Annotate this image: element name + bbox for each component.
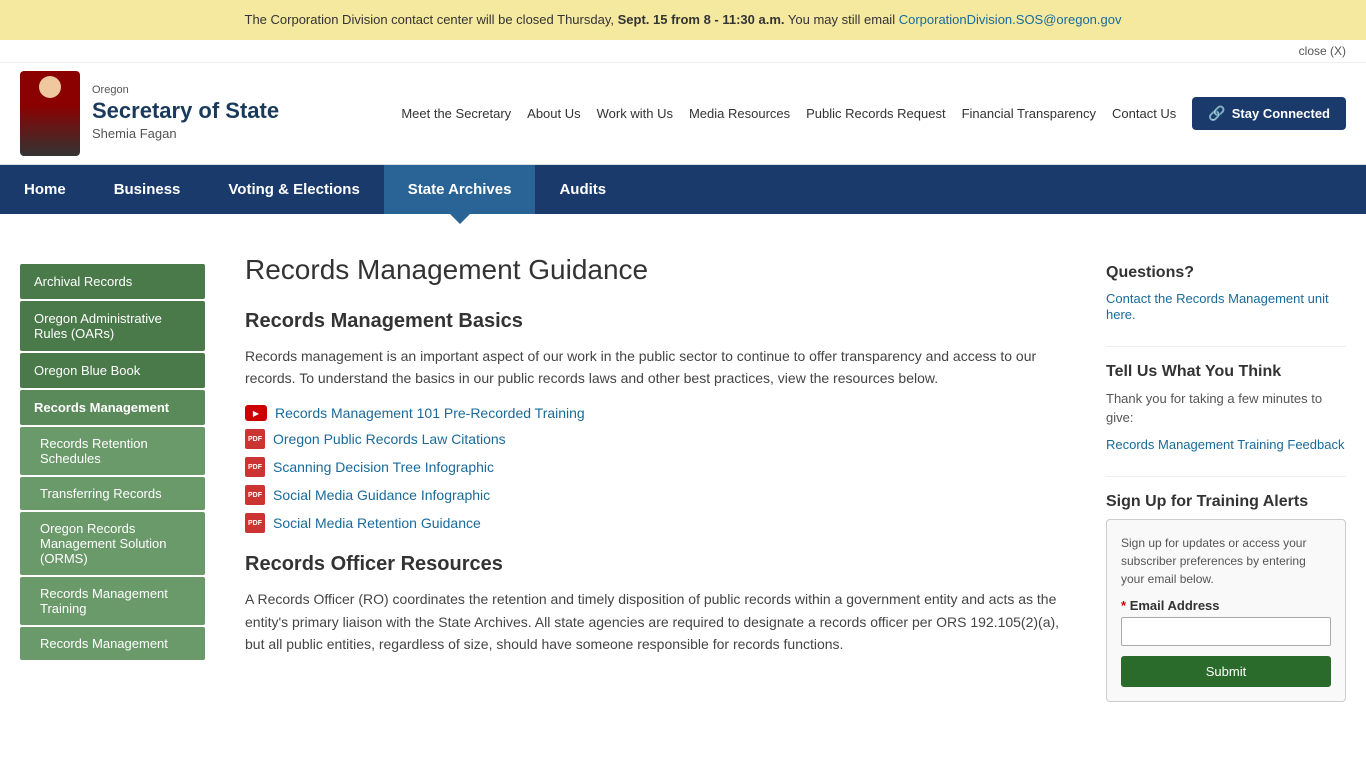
alert-bold-text: Sept. 15 from 8 - 11:30 a.m. [618, 12, 785, 27]
pdf-icon-scanning: PDF [245, 457, 265, 477]
divider1 [1106, 346, 1346, 347]
section2-body: A Records Officer (RO) coordinates the r… [245, 588, 1066, 655]
nav-audits[interactable]: Audits [535, 165, 630, 214]
questions-link[interactable]: Contact the Records Management unit here… [1106, 291, 1329, 322]
signup-body: Sign up for updates or access your subsc… [1121, 534, 1331, 588]
sos-label: Secretary of State [92, 97, 279, 126]
nav-business[interactable]: Business [90, 165, 205, 214]
close-bar: close (X) [0, 40, 1366, 63]
youtube-icon [245, 405, 267, 421]
list-item: PDF Scanning Decision Tree Infographic [245, 457, 1066, 477]
main-nav: Home Business Voting & Elections State A… [0, 165, 1366, 214]
signup-box: Sign up for updates or access your subsc… [1106, 519, 1346, 702]
resource-link-social-retention[interactable]: Social Media Retention Guidance [273, 515, 481, 531]
nav-home[interactable]: Home [0, 165, 90, 214]
email-label-text: Email Address [1130, 598, 1220, 613]
pdf-icon-social-guidance: PDF [245, 485, 265, 505]
sidebar-item-archival-records[interactable]: Archival Records [20, 264, 205, 299]
divider2 [1106, 476, 1346, 477]
questions-title: Questions? [1106, 264, 1346, 282]
logo-text-block: Oregon Secretary of State Shemia Fagan [92, 83, 279, 143]
sidebar-item-transferring-records[interactable]: Transferring Records [20, 477, 205, 510]
right-sidebar: Questions? Contact the Records Managemen… [1106, 234, 1346, 726]
top-nav: Meet the Secretary About Us Work with Us… [401, 97, 1346, 130]
stay-connected-button[interactable]: Stay Connected [1192, 97, 1346, 130]
required-star: * [1121, 598, 1126, 613]
alert-text-before: The Corporation Division contact center … [245, 12, 614, 27]
list-item: PDF Oregon Public Records Law Citations [245, 429, 1066, 449]
sidebar: Archival Records Oregon Administrative R… [20, 264, 205, 726]
pdf-icon-social-retention: PDF [245, 513, 265, 533]
feedback-link[interactable]: Records Management Training Feedback [1106, 437, 1344, 452]
top-nav-financial[interactable]: Financial Transparency [962, 106, 1096, 121]
list-item: PDF Social Media Retention Guidance [245, 513, 1066, 533]
sidebar-item-records-management[interactable]: Records Management [20, 390, 205, 425]
sidebar-item-orms[interactable]: Oregon Records Management Solution (ORMS… [20, 512, 205, 575]
feedback-body: Thank you for taking a few minutes to gi… [1106, 389, 1346, 428]
alert-email-link[interactable]: CorporationDivision.SOS@oregon.gov [899, 12, 1122, 27]
questions-section: Questions? Contact the Records Managemen… [1106, 264, 1346, 322]
sidebar-item-training[interactable]: Records Management Training [20, 577, 205, 625]
signup-title: Sign Up for Training Alerts [1106, 493, 1346, 511]
submit-button[interactable]: Submit [1121, 656, 1331, 687]
resource-link-training101[interactable]: Records Management 101 Pre-Recorded Trai… [275, 405, 585, 421]
nav-state-archives[interactable]: State Archives [384, 165, 536, 214]
oregon-label: Oregon [92, 83, 279, 97]
sidebar-item-records-management-sub[interactable]: Records Management [20, 627, 205, 660]
resource-link-social-guidance[interactable]: Social Media Guidance Infographic [273, 487, 490, 503]
feedback-title: Tell Us What You Think [1106, 363, 1346, 381]
close-button[interactable]: close (X) [1299, 44, 1346, 58]
page-title: Records Management Guidance [245, 254, 1066, 286]
section1-body: Records management is an important aspec… [245, 345, 1066, 390]
pdf-icon-citations: PDF [245, 429, 265, 449]
site-logo: Oregon Secretary of State Shemia Fagan [0, 63, 299, 164]
top-nav-work[interactable]: Work with Us [597, 106, 673, 121]
top-nav-contact[interactable]: Contact Us [1112, 106, 1176, 121]
sidebar-item-blue-book[interactable]: Oregon Blue Book [20, 353, 205, 388]
signup-section: Sign Up for Training Alerts Sign up for … [1106, 493, 1346, 702]
email-input[interactable] [1121, 617, 1331, 646]
main-content: Records Management Guidance Records Mana… [225, 234, 1086, 726]
secretary-photo [20, 71, 80, 156]
header-left: Oregon Secretary of State Shemia Fagan [0, 63, 299, 164]
sidebar-item-oars[interactable]: Oregon Administrative Rules (OARs) [20, 301, 205, 351]
alert-text-after: You may still email [788, 12, 895, 27]
site-header: Oregon Secretary of State Shemia Fagan M… [0, 63, 1366, 165]
email-label: * Email Address [1121, 598, 1331, 613]
section1-title: Records Management Basics [245, 310, 1066, 333]
top-nav-records[interactable]: Public Records Request [806, 106, 945, 121]
secretary-name: Shemia Fagan [92, 126, 279, 143]
page-wrapper: Archival Records Oregon Administrative R… [0, 214, 1366, 746]
resource-link-scanning[interactable]: Scanning Decision Tree Infographic [273, 459, 494, 475]
sidebar-item-retention-schedules[interactable]: Records Retention Schedules [20, 427, 205, 475]
list-item: Records Management 101 Pre-Recorded Trai… [245, 405, 1066, 421]
top-nav-about[interactable]: About Us [527, 106, 580, 121]
nav-voting[interactable]: Voting & Elections [204, 165, 383, 214]
section2-title: Records Officer Resources [245, 553, 1066, 576]
alert-banner: The Corporation Division contact center … [0, 0, 1366, 40]
feedback-section: Tell Us What You Think Thank you for tak… [1106, 363, 1346, 452]
resource-links: Records Management 101 Pre-Recorded Trai… [245, 405, 1066, 533]
top-nav-meet[interactable]: Meet the Secretary [401, 106, 511, 121]
resource-link-citations[interactable]: Oregon Public Records Law Citations [273, 431, 506, 447]
list-item: PDF Social Media Guidance Infographic [245, 485, 1066, 505]
top-nav-media[interactable]: Media Resources [689, 106, 790, 121]
